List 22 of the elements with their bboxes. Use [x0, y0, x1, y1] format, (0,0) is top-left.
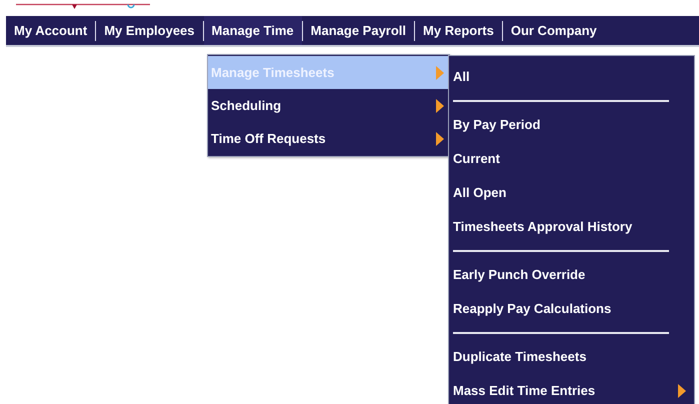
flyout-item[interactable]: By Pay Period — [453, 108, 686, 142]
flyout-item[interactable]: Early Punch Override — [453, 258, 686, 292]
flyout-item[interactable]: Duplicate Timesheets — [453, 340, 686, 374]
nav-tab[interactable]: Manage Payroll — [302, 16, 414, 45]
arrow-icon — [436, 132, 444, 146]
flyout-item[interactable]: Mass Edit Time Entries — [453, 374, 686, 404]
nav-tab[interactable]: Manage Time — [204, 16, 302, 45]
submenu-item[interactable]: Scheduling — [208, 89, 449, 122]
flyout-item[interactable]: Current — [453, 142, 686, 176]
nav-tab[interactable]: My Account — [6, 16, 96, 45]
nav-tab[interactable]: My Employees — [96, 16, 203, 45]
nav-tab[interactable]: My Reports — [415, 16, 502, 45]
flyout-item[interactable]: Reapply Pay Calculations — [453, 292, 686, 326]
arrow-icon — [436, 98, 444, 112]
logo-fragment-icon — [16, 3, 150, 11]
arrow-icon — [436, 66, 444, 80]
submenu-item[interactable]: Time Off Requests — [208, 122, 449, 155]
flyout-item[interactable]: All — [453, 60, 686, 94]
nav-tab[interactable]: Our Company — [502, 16, 605, 45]
flyout-item[interactable]: Timesheets Approval History — [453, 210, 686, 244]
arrow-icon — [678, 384, 686, 398]
flyout-item[interactable]: All Open — [453, 176, 686, 210]
